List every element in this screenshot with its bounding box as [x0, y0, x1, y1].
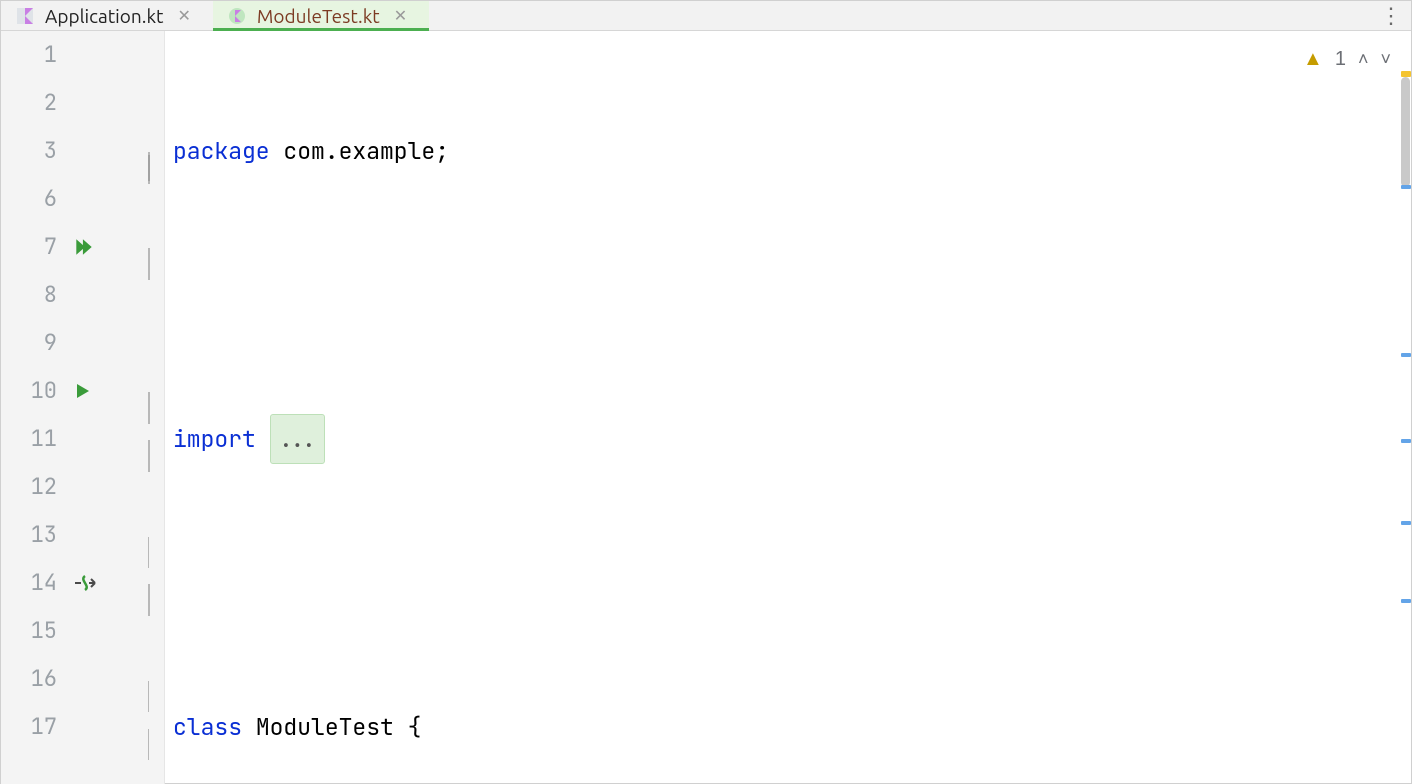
- close-icon[interactable]: ✕: [390, 6, 411, 25]
- gutter: 1 2 3 6 7 8 9 10 11 12 13 14 15 16: [1, 31, 165, 784]
- stripe-marker-info[interactable]: [1401, 599, 1411, 603]
- keyword: class: [173, 703, 242, 751]
- editor-tabs: Application.kt ✕ ModuleTest.kt ✕ ⋮: [1, 1, 1411, 31]
- run-test-icon[interactable]: [69, 381, 129, 401]
- line-number: 6: [1, 175, 69, 223]
- line-number: 9: [1, 319, 69, 367]
- warning-icon: ▲: [1303, 35, 1323, 83]
- line-number: 14: [1, 559, 69, 607]
- line-number: 8: [1, 271, 69, 319]
- line-number: 16: [1, 655, 69, 703]
- kotlin-file-icon: [15, 6, 35, 26]
- stripe-marker-info[interactable]: [1401, 353, 1411, 357]
- line-number: 1: [1, 31, 69, 79]
- error-stripe[interactable]: [1397, 31, 1411, 784]
- tab-label: Application.kt: [45, 5, 163, 27]
- fold-end: [148, 528, 162, 542]
- chevron-up-icon[interactable]: ˄: [1358, 35, 1369, 83]
- line-number: 3: [1, 127, 69, 175]
- keyword: package: [173, 127, 270, 175]
- line-number: 7: [1, 223, 69, 271]
- tab-application-kt[interactable]: Application.kt ✕: [1, 1, 213, 30]
- line-number: 10: [1, 367, 69, 415]
- tab-label: ModuleTest.kt: [257, 5, 380, 27]
- run-all-icon[interactable]: [69, 236, 129, 258]
- fold-end: [148, 672, 162, 686]
- warning-count: 1: [1335, 35, 1346, 83]
- chevron-down-icon[interactable]: ˅: [1380, 35, 1391, 83]
- line-number: 11: [1, 415, 69, 463]
- fold-toggle[interactable]: [148, 576, 162, 590]
- fold-toggle[interactable]: [148, 240, 162, 254]
- tab-moduletest-kt[interactable]: ModuleTest.kt ✕: [213, 1, 429, 30]
- tabbar-spacer: [429, 1, 1371, 30]
- code-area[interactable]: package com.example; import ... class Mo…: [165, 31, 1411, 784]
- kotlin-test-file-icon: [227, 6, 247, 26]
- scrollbar-thumb[interactable]: [1401, 77, 1410, 187]
- line-number: 2: [1, 79, 69, 127]
- stripe-marker-info[interactable]: [1401, 439, 1411, 443]
- code-text: ModuleTest {: [242, 703, 421, 751]
- stripe-marker-warning[interactable]: [1401, 71, 1411, 77]
- close-icon[interactable]: ✕: [173, 6, 194, 25]
- keyword: import: [173, 415, 256, 463]
- http-route-icon[interactable]: [69, 573, 129, 593]
- line-number: 12: [1, 463, 69, 511]
- inspections-widget[interactable]: ▲ 1 ˄ ˅: [1303, 35, 1391, 83]
- code-editor[interactable]: 1 2 3 6 7 8 9 10 11 12 13 14 15 16: [1, 31, 1411, 784]
- line-number: 15: [1, 607, 69, 655]
- fold-toggle[interactable]: [148, 384, 162, 398]
- fold-end: [148, 720, 162, 734]
- stripe-marker-info[interactable]: [1401, 521, 1411, 525]
- line-number: 13: [1, 511, 69, 559]
- tabbar-more-icon[interactable]: ⋮: [1371, 1, 1411, 30]
- code-text: com.example;: [270, 127, 449, 175]
- stripe-marker-info[interactable]: [1401, 185, 1411, 189]
- line-number: 17: [1, 703, 69, 751]
- fold-toggle[interactable]: [148, 144, 162, 158]
- fold-toggle[interactable]: [148, 432, 162, 446]
- fold-placeholder[interactable]: ...: [270, 414, 325, 464]
